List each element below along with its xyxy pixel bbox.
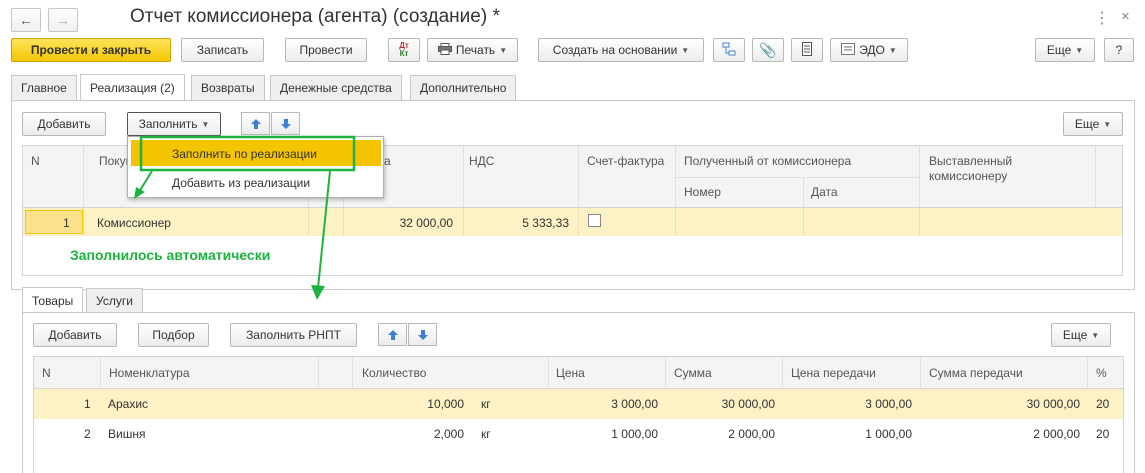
goods-add-button[interactable]: Добавить	[33, 323, 117, 347]
arrow-up-icon	[387, 329, 398, 340]
auto-filled-annotation: Заполнилось автоматически	[70, 247, 271, 263]
row-price: 1 000,00	[611, 427, 658, 441]
goods-move-down-button[interactable]	[408, 323, 437, 346]
row-price: 3 000,00	[611, 397, 658, 411]
col-pct: %	[1096, 366, 1107, 380]
row-unit: кг	[481, 427, 491, 441]
row-transfer-price: 1 000,00	[865, 427, 912, 441]
row-transfer-sum: 30 000,00	[1026, 397, 1080, 411]
row-n: 2	[84, 427, 91, 441]
col-transfer-sum: Сумма передачи	[929, 366, 1023, 380]
row-unit: кг	[481, 397, 491, 411]
row-transfer-price: 3 000,00	[865, 397, 912, 411]
tab-services[interactable]: Услуги	[86, 288, 143, 313]
row-pct: 20	[1096, 427, 1110, 441]
row-qty: 10,000	[427, 397, 464, 411]
row-n: 1	[84, 397, 91, 411]
row-item: Вишня	[108, 427, 146, 441]
row-transfer-sum: 2 000,00	[1033, 427, 1080, 441]
tab-goods[interactable]: Товары	[22, 287, 84, 313]
arrow-down-icon	[417, 329, 428, 340]
row-sum: 30 000,00	[721, 397, 775, 411]
goods-more-label: Еще	[1062, 328, 1088, 342]
col-item: Номенклатура	[109, 366, 190, 380]
row-item: Арахис	[108, 397, 149, 411]
pick-button[interactable]: Подбор	[138, 323, 209, 347]
chevron-down-icon: ▼	[1091, 330, 1100, 340]
row-qty: 2,000	[433, 427, 464, 441]
col-price: Цена	[556, 366, 585, 380]
row-pct: 20	[1096, 397, 1110, 411]
fill-rnpt-button[interactable]: Заполнить РНПТ	[230, 323, 357, 347]
goods-table: N Номенклатура Количество Цена Сумма Цен…	[33, 356, 1124, 473]
col-n: N	[42, 366, 51, 380]
col-qty: Количество	[362, 366, 427, 380]
row-sum: 2 000,00	[728, 427, 775, 441]
goods-move-up-button[interactable]	[378, 323, 407, 346]
col-sum: Сумма	[674, 366, 712, 380]
col-transfer-price: Цена передачи	[791, 366, 876, 380]
goods-more-button[interactable]: Еще ▼	[1051, 323, 1111, 347]
